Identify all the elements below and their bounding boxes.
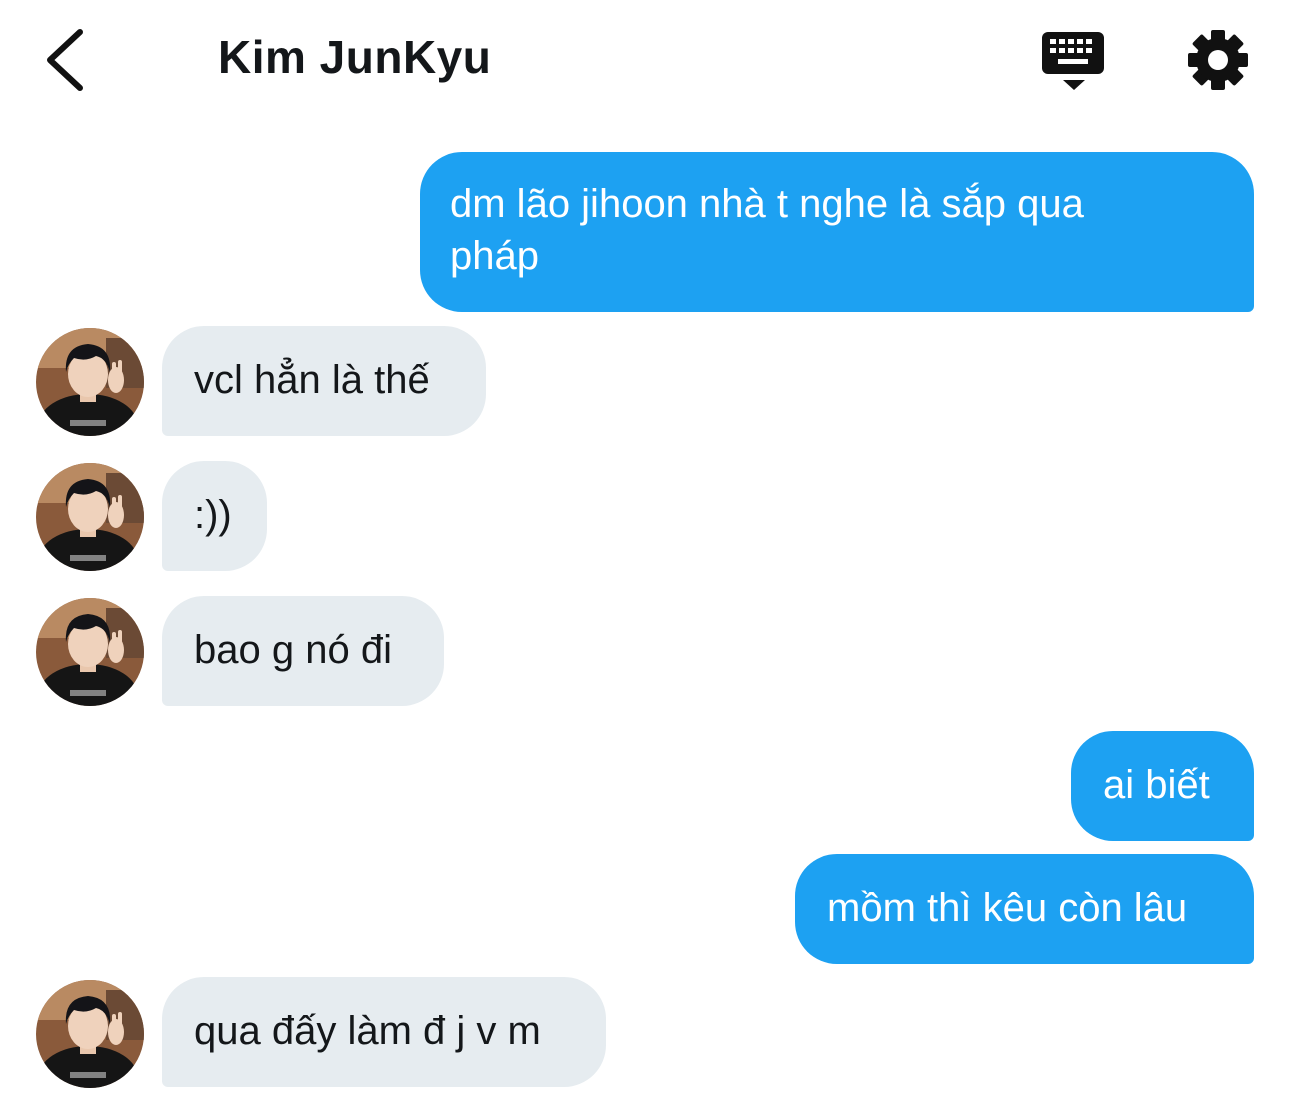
- settings-button[interactable]: [1186, 28, 1250, 92]
- message-text: ai biết: [1103, 763, 1210, 807]
- sent-message[interactable]: mồm thì kêu còn lâu: [795, 854, 1254, 964]
- received-message[interactable]: vcl hẳn là thế: [162, 326, 486, 436]
- avatar[interactable]: [36, 598, 144, 706]
- back-button[interactable]: [36, 24, 100, 96]
- keyboard-icon: [1042, 32, 1104, 90]
- message-text-line: pháp: [450, 234, 539, 278]
- chevron-left-icon: [47, 29, 83, 91]
- received-message[interactable]: :)): [162, 461, 267, 571]
- avatar[interactable]: [36, 328, 144, 436]
- received-message[interactable]: bao g nó đi: [162, 596, 444, 706]
- message-text-line: dm lão jihoon nhà t nghe là sắp qua: [450, 182, 1084, 226]
- sent-message[interactable]: dm lão jihoon nhà t nghe là sắp qua pháp: [420, 152, 1254, 312]
- received-message[interactable]: qua đấy làm đ j v m: [162, 977, 606, 1087]
- message-text: :)): [194, 493, 232, 537]
- conversation-title: Kim JunKyu: [218, 31, 492, 83]
- message-text: qua đấy làm đ j v m: [194, 1009, 541, 1053]
- gear-icon: [1188, 30, 1248, 90]
- sent-message[interactable]: ai biết: [1071, 731, 1254, 841]
- avatar[interactable]: [36, 463, 144, 571]
- keyboard-button[interactable]: [1040, 28, 1108, 94]
- chat-header: Kim JunKyu: [0, 0, 1290, 120]
- message-text: bao g nó đi: [194, 628, 392, 672]
- avatar[interactable]: [36, 980, 144, 1088]
- message-text: vcl hẳn là thế: [194, 358, 430, 402]
- message-text: mồm thì kêu còn lâu: [827, 886, 1188, 930]
